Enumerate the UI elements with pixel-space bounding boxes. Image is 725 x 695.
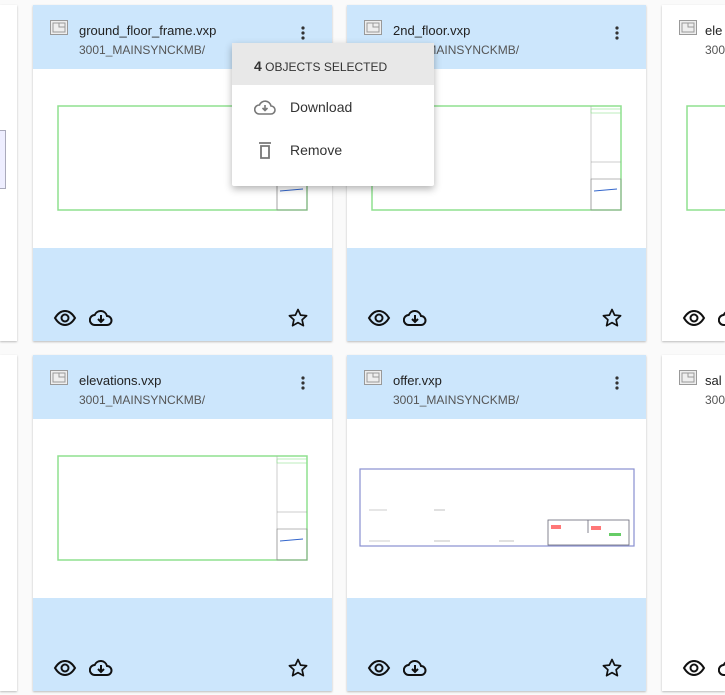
file-name: 2nd_floor.vxp bbox=[393, 23, 471, 38]
file-name: sal bbox=[705, 373, 722, 388]
cloud-download-icon[interactable] bbox=[403, 308, 427, 328]
star-icon[interactable] bbox=[286, 308, 310, 328]
file-path: 3001_MAINSYNCKMB/ bbox=[393, 393, 520, 407]
file-name: elevations.vxp bbox=[79, 373, 162, 388]
partial-card-left[interactable] bbox=[0, 5, 17, 341]
thumbnail-preview[interactable] bbox=[33, 419, 332, 598]
file-card[interactable]: elevations.vxp 3001_MAINSYNCKMB/ bbox=[33, 355, 332, 691]
cloud-download-icon[interactable] bbox=[718, 308, 725, 328]
menu-item-label: Download bbox=[290, 98, 353, 115]
card-header[interactable]: ele 300 bbox=[662, 5, 725, 69]
file-path: 3001_MAINSYNCKMB/ bbox=[79, 43, 206, 57]
file-path: 300 bbox=[705, 393, 725, 407]
eye-icon[interactable] bbox=[682, 658, 706, 678]
menu-item-remove[interactable]: Remove bbox=[232, 128, 434, 171]
eye-icon[interactable] bbox=[53, 658, 77, 678]
cloud-download-icon[interactable] bbox=[89, 308, 113, 328]
partial-card-left[interactable] bbox=[0, 355, 17, 691]
more-vert-icon[interactable] bbox=[614, 375, 620, 391]
eye-icon[interactable] bbox=[682, 308, 706, 328]
cloud-download-icon[interactable] bbox=[89, 658, 113, 678]
file-icon bbox=[364, 370, 382, 385]
selection-count-header: 4 OBJECTS SELECTED bbox=[232, 43, 434, 85]
file-name: ground_floor_frame.vxp bbox=[79, 23, 217, 38]
card-footer bbox=[662, 248, 725, 341]
selection-label: OBJECTS SELECTED bbox=[265, 60, 388, 74]
file-card[interactable]: offer.vxp 3001_MAINSYNCKMB/ bbox=[347, 355, 646, 691]
thumbnail-preview[interactable] bbox=[347, 419, 646, 598]
card-header[interactable]: offer.vxp 3001_MAINSYNCKMB/ bbox=[347, 355, 646, 419]
card-header[interactable]: sal 300 bbox=[662, 355, 725, 419]
star-icon[interactable] bbox=[600, 658, 624, 678]
thumbnail-fragment bbox=[0, 130, 6, 189]
star-icon[interactable] bbox=[286, 658, 310, 678]
file-card[interactable]: sal 300 bbox=[662, 355, 725, 691]
file-icon bbox=[679, 370, 697, 385]
card-footer bbox=[347, 248, 646, 341]
thumbnail-preview[interactable] bbox=[662, 419, 725, 598]
file-icon bbox=[679, 20, 697, 35]
menu-item-label: Remove bbox=[290, 141, 343, 158]
more-vert-icon[interactable] bbox=[614, 25, 620, 41]
cloud-download-icon[interactable] bbox=[403, 658, 427, 678]
eye-icon[interactable] bbox=[367, 308, 391, 328]
card-footer bbox=[33, 598, 332, 691]
card-footer bbox=[33, 248, 332, 341]
file-icon bbox=[50, 370, 68, 385]
more-vert-icon[interactable] bbox=[300, 25, 306, 41]
file-name: ele bbox=[705, 23, 723, 38]
context-menu: 4 OBJECTS SELECTED Download Remove bbox=[232, 43, 434, 186]
file-path: 300 bbox=[705, 43, 725, 57]
more-vert-icon[interactable] bbox=[300, 375, 306, 391]
star-icon[interactable] bbox=[600, 308, 624, 328]
file-card[interactable]: ele 300 bbox=[662, 5, 725, 341]
selection-count: 4 bbox=[254, 58, 262, 74]
cloud-download-icon bbox=[254, 99, 276, 115]
menu-item-download[interactable]: Download bbox=[232, 85, 434, 128]
card-header[interactable]: elevations.vxp 3001_MAINSYNCKMB/ bbox=[33, 355, 332, 419]
cloud-download-icon[interactable] bbox=[718, 658, 725, 678]
file-path: 3001_MAINSYNCKMB/ bbox=[79, 393, 206, 407]
card-footer bbox=[662, 598, 725, 691]
eye-icon[interactable] bbox=[367, 658, 391, 678]
thumbnail-preview[interactable] bbox=[662, 69, 725, 248]
trash-icon bbox=[259, 141, 271, 159]
card-footer bbox=[347, 598, 646, 691]
file-name: offer.vxp bbox=[393, 373, 442, 388]
file-icon bbox=[364, 20, 382, 35]
eye-icon[interactable] bbox=[53, 308, 77, 328]
file-icon bbox=[50, 20, 68, 35]
